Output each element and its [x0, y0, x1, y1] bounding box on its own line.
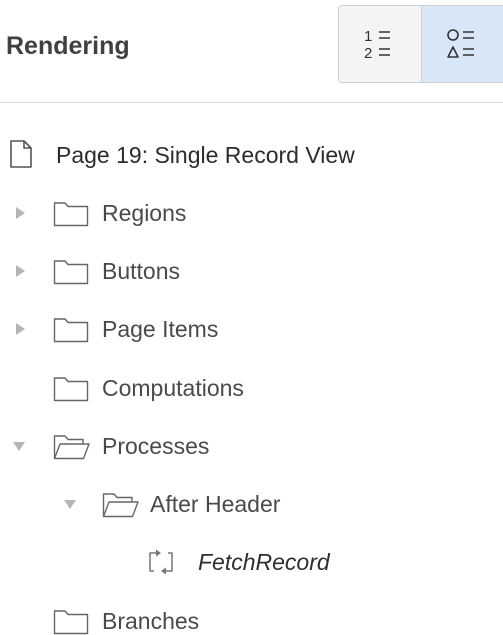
- tree-node-page[interactable]: Page 19: Single Record View: [0, 135, 503, 175]
- tree-node-label: Processes: [102, 433, 210, 459]
- folder-icon: [53, 202, 89, 227]
- svg-text:2: 2: [364, 45, 372, 61]
- tree-node-label: Computations: [102, 375, 244, 401]
- tree-node-buttons[interactable]: Buttons: [0, 251, 503, 291]
- tree-node-regions[interactable]: Regions: [0, 193, 503, 233]
- expand-arrow-icon[interactable]: [14, 207, 26, 219]
- tree-node-after-header[interactable]: After Header: [0, 484, 503, 524]
- component-view-button[interactable]: [421, 6, 503, 82]
- process-icon: [149, 549, 173, 575]
- svg-text:1: 1: [364, 28, 372, 45]
- collapse-arrow-icon[interactable]: [64, 498, 76, 510]
- tree-node-label: FetchRecord: [198, 549, 330, 575]
- page-icon: [10, 140, 32, 168]
- tree-node-fetchrecord[interactable]: FetchRecord: [0, 542, 503, 582]
- expand-arrow-icon[interactable]: [14, 323, 26, 335]
- tree-node-processes[interactable]: Processes: [0, 426, 503, 466]
- tree-node-label: After Header: [150, 491, 281, 517]
- folder-icon: [53, 377, 89, 402]
- tree-node-label: Page 19: Single Record View: [56, 142, 355, 168]
- folder-icon: [53, 260, 89, 285]
- rendering-panel: Rendering 1 2 Page 19: Single Record Vie…: [0, 0, 503, 635]
- tree-node-label: Buttons: [102, 258, 180, 284]
- tree-node-branches[interactable]: Branches: [0, 601, 503, 635]
- expand-arrow-icon[interactable]: [14, 265, 26, 277]
- tree-node-label: Regions: [102, 200, 187, 226]
- ordered-list-icon: 1 2: [364, 28, 390, 61]
- tree-node-label: Branches: [102, 608, 200, 634]
- folder-open-icon: [53, 435, 90, 460]
- view-toggle-group: 1 2: [338, 5, 503, 83]
- folder-open-icon: [102, 493, 139, 518]
- panel-header: Rendering 1 2: [0, 0, 503, 103]
- component-list-icon: [447, 29, 474, 58]
- folder-icon: [53, 318, 89, 343]
- tree-node-label: Page Items: [102, 316, 219, 342]
- tree-node-page-items[interactable]: Page Items: [0, 309, 503, 349]
- folder-icon: [53, 610, 89, 635]
- panel-title: Rendering: [6, 32, 130, 60]
- collapse-arrow-icon[interactable]: [13, 440, 25, 452]
- tree-node-computations[interactable]: Computations: [0, 368, 503, 408]
- ordered-view-button[interactable]: 1 2: [339, 6, 421, 82]
